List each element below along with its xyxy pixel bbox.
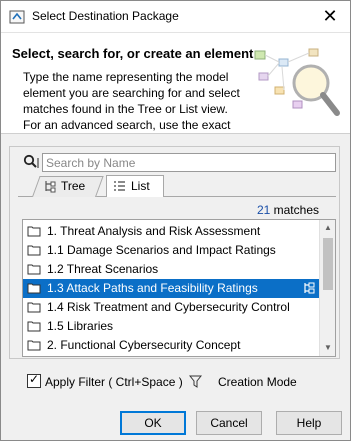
folder-icon [27,245,41,256]
tree-tab-icon [45,181,56,193]
close-icon[interactable]: ✕ [320,6,340,26]
list-item[interactable]: 1.1 Damage Scenarios and Impact Ratings [23,241,319,260]
apply-filter-label[interactable]: Apply Filter ( Ctrl+Space ) [45,375,183,389]
list-tab-icon [114,181,125,191]
apply-filter-checkbox[interactable]: ✓ [27,372,41,388]
list-item[interactable]: 1.4 Risk Treatment and Cybersecurity Con… [23,298,319,317]
header-illustration [254,48,340,116]
filter-row: ✓ Apply Filter ( Ctrl+Space ) Creation M… [27,372,337,392]
search-icon [23,154,39,168]
window-title: Select Destination Package [32,9,179,23]
list-item-selected[interactable]: 1.3 Attack Paths and Feasibility Ratings [23,279,319,298]
list-item-label: 1. Threat Analysis and Risk Assessment [47,224,261,238]
dialog-window: Select Destination Package ✕ Select, sea… [0,0,351,441]
list-item-label: 1.1 Damage Scenarios and Impact Ratings [47,243,276,257]
list-item-label: 1.4 Risk Treatment and Cybersecurity Con… [47,300,290,314]
cancel-button[interactable]: Cancel [196,411,262,435]
tree-navigate-icon[interactable] [302,281,317,296]
list-item[interactable]: 1. Threat Analysis and Risk Assessment [23,222,319,241]
results-list[interactable]: 1. Threat Analysis and Risk Assessment 1… [22,219,336,357]
tab-tree-label: Tree [61,179,86,193]
folder-icon [27,340,41,351]
filter-icon[interactable] [189,375,202,388]
scroll-down-arrow-icon[interactable]: ▼ [320,340,335,356]
creation-mode-link[interactable]: Creation Mode [218,375,297,389]
header-title: Select, search for, or create an element [12,46,254,61]
app-icon [9,10,25,24]
header-description: Type the name representing the model ele… [23,70,240,132]
folder-icon [27,321,41,332]
tab-list[interactable]: List [106,175,164,197]
scroll-thumb[interactable] [323,238,333,290]
list-item-label: 1.3 Attack Paths and Feasibility Ratings [47,281,258,295]
folder-icon [27,302,41,313]
list-item[interactable]: 1.5 Libraries [23,317,319,336]
help-button[interactable]: Help [276,411,342,435]
matches-number: 21 [256,203,271,217]
ok-button[interactable]: OK [120,411,186,435]
folder-icon [27,226,41,237]
tab-tree-content[interactable]: Tree [44,178,99,198]
search-panel: List Tree 21 matches 1. Threat Analysis … [9,146,340,359]
header-banner: Select, search for, or create an element… [1,32,350,134]
list-scrollbar[interactable]: ▲ ▼ [319,220,335,356]
folder-icon [27,283,41,294]
folder-icon [27,264,41,275]
title-bar: Select Destination Package ✕ [1,1,350,32]
matches-label: matches [273,203,319,217]
list-item-label: 1.5 Libraries [47,319,114,333]
search-input[interactable] [42,153,336,172]
tab-list-label: List [131,179,150,193]
list-item-label: 2. Functional Cybersecurity Concept [47,338,241,352]
list-item-label: 1.2 Threat Scenarios [47,262,159,276]
scroll-up-arrow-icon[interactable]: ▲ [320,220,335,236]
list-item[interactable]: 2. Functional Cybersecurity Concept [23,336,319,355]
matches-count: 21 matches [257,203,319,217]
list-item[interactable]: 1.2 Threat Scenarios [23,260,319,279]
